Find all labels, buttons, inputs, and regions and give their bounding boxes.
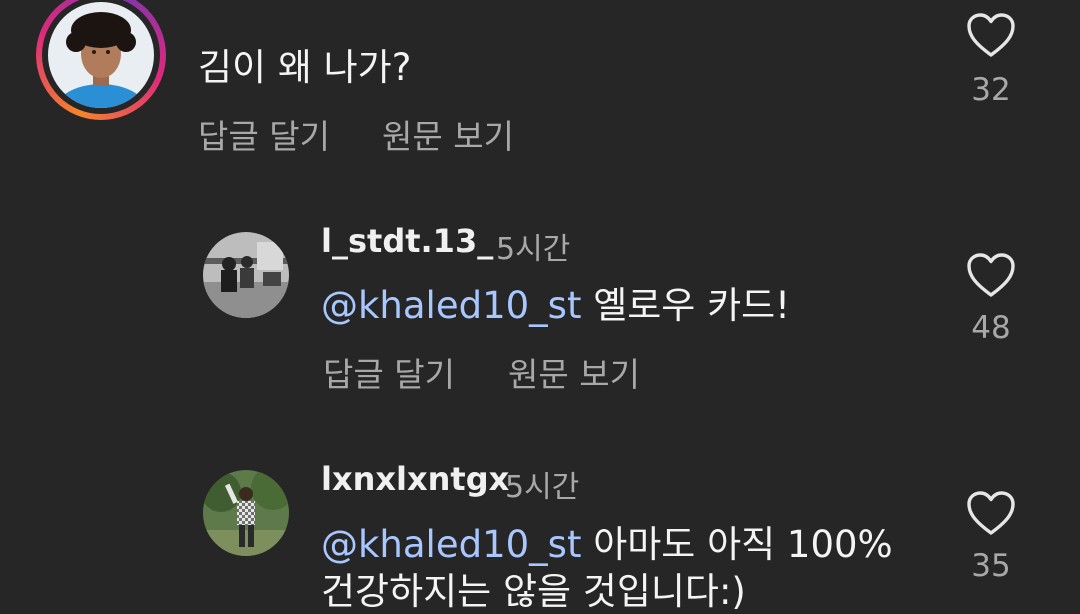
like-button[interactable] xyxy=(966,490,1016,536)
reply-button[interactable]: 답글 달기 xyxy=(198,110,330,158)
avatar[interactable] xyxy=(203,232,289,318)
like-count: 48 xyxy=(971,310,1011,346)
see-translation-button[interactable]: 원문 보기 xyxy=(382,110,514,158)
like-count: 35 xyxy=(971,548,1011,584)
timestamp: 5시간 xyxy=(505,470,580,505)
heart-outline-icon xyxy=(967,491,1015,535)
avatar[interactable] xyxy=(203,470,289,556)
comment-text: @khaled10_st 옐로우 카드! xyxy=(321,284,790,328)
comment-text: 김이 왜 나가? xyxy=(198,46,412,89)
see-translation-button[interactable]: 원문 보기 xyxy=(508,348,640,396)
mention-link[interactable]: @khaled10_st xyxy=(321,284,581,327)
heart-outline-icon xyxy=(967,13,1015,57)
username[interactable]: l_stdt.13_ xyxy=(321,222,493,260)
like-button[interactable] xyxy=(966,252,1016,298)
comment-text: @khaled10_st 아마도 아직 100% xyxy=(321,523,893,567)
username[interactable]: lxnxlxntgx xyxy=(321,460,509,498)
avatar[interactable] xyxy=(48,2,154,108)
comment-body: 아마도 아직 100% xyxy=(581,523,893,566)
mention-link[interactable]: @khaled10_st xyxy=(321,523,581,566)
reply-button[interactable]: 답글 달기 xyxy=(323,348,455,396)
comment-text-line2: 건강하지는 않을 것입니다:) xyxy=(321,570,746,613)
like-button[interactable] xyxy=(966,12,1016,58)
heart-outline-icon xyxy=(967,253,1015,297)
story-ring[interactable] xyxy=(36,0,166,120)
comment-body: 옐로우 카드! xyxy=(581,284,791,327)
timestamp: 5시간 xyxy=(496,232,571,267)
like-count: 32 xyxy=(971,72,1011,108)
